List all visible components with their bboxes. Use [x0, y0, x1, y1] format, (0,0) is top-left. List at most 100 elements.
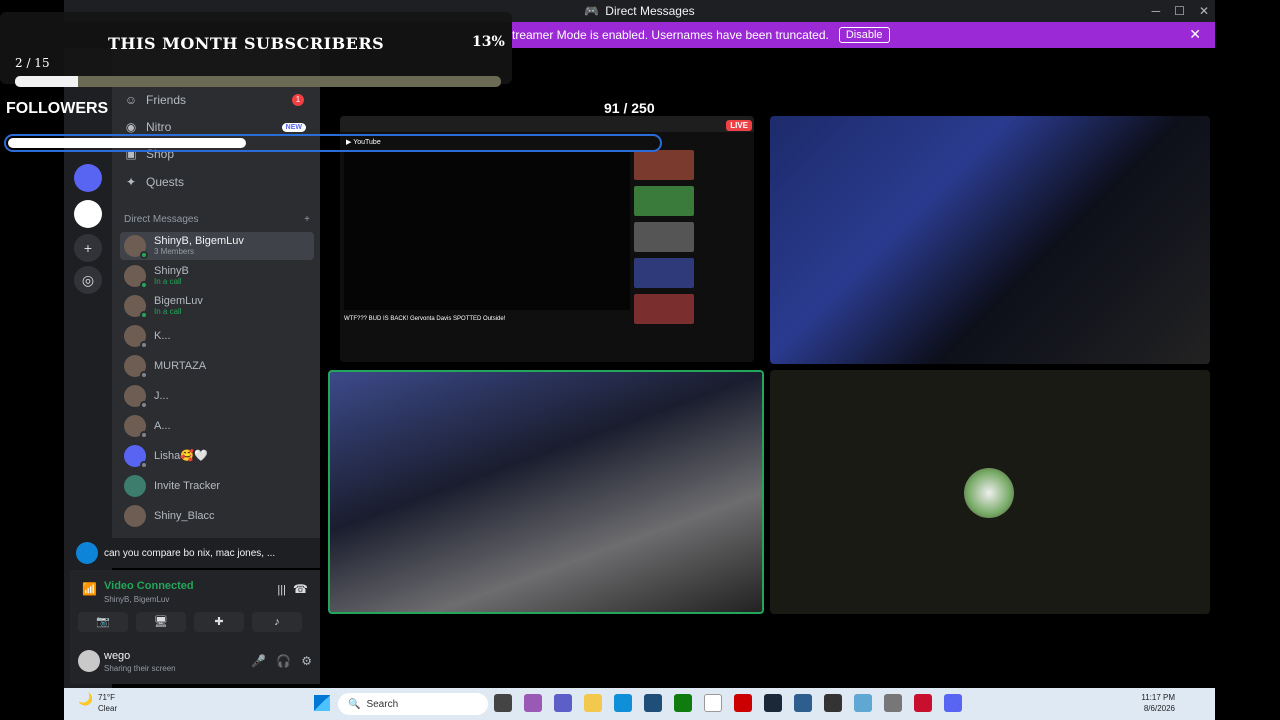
- recommendations: [634, 150, 750, 360]
- explore-icon[interactable]: ◎: [74, 266, 102, 294]
- avatar: [124, 505, 146, 527]
- window-title: 🎮 Direct Messages: [584, 4, 695, 18]
- teams-icon[interactable]: [554, 694, 572, 712]
- subscribers-percent: 13%: [472, 34, 505, 50]
- avatar: [124, 385, 148, 409]
- close-window-button[interactable]: ✕: [1199, 4, 1209, 18]
- server-icon[interactable]: [74, 164, 102, 192]
- screen-share-button[interactable]: 🖥: [136, 612, 186, 632]
- live-badge: LIVE: [726, 120, 752, 131]
- followers-title: FOLLOWERS: [6, 100, 109, 117]
- subscribers-count: 2 / 15: [15, 56, 50, 70]
- mcafee-icon[interactable]: [914, 694, 932, 712]
- disconnect-icon[interactable]: ☎: [293, 582, 308, 596]
- notepad-icon[interactable]: [704, 694, 722, 712]
- quests-icon: ✦: [125, 175, 137, 189]
- gear-icon[interactable]: ⚙: [301, 654, 312, 668]
- avatar[interactable]: [78, 650, 100, 672]
- username: wego: [104, 650, 131, 662]
- maximize-button[interactable]: ☐: [1174, 4, 1185, 18]
- screen-share-tile[interactable]: LIVE ▶ YouTube WTF??? BUD IS BACK! Gervo…: [340, 116, 754, 362]
- create-dm-button[interactable]: +: [304, 214, 310, 225]
- avatar: [124, 355, 148, 379]
- system-clock[interactable]: 11:17 PM 8/6/2026: [1141, 692, 1175, 714]
- subscribers-title: THIS MONTH SUBSCRIBERS: [108, 34, 385, 53]
- notification-toast[interactable]: can you compare bo nix, mac jones, ...: [70, 538, 320, 568]
- headphones-icon[interactable]: 🎧: [276, 654, 291, 668]
- friends-icon: ☺: [124, 93, 138, 107]
- start-button[interactable]: [314, 695, 330, 711]
- add-server-icon[interactable]: +: [74, 234, 102, 262]
- app-icon[interactable]: [794, 694, 812, 712]
- camera-button[interactable]: 📷: [78, 612, 128, 632]
- disable-streamer-mode-button[interactable]: Disable: [838, 27, 890, 43]
- dm-item[interactable]: BigemLuv In a call: [120, 292, 314, 320]
- user-panel: wego Sharing their screen 🎤 🎧 ⚙: [70, 640, 320, 684]
- close-banner-icon[interactable]: ✕: [1189, 26, 1201, 43]
- voice-status[interactable]: Video Connected: [104, 580, 194, 592]
- friends-badge: 1: [292, 94, 304, 106]
- windows-taskbar: 🌙 71°F Clear 🔍 Search 11:17 PM 8/6/2026: [64, 688, 1215, 720]
- voice-panel: 📶 Video Connected ShinyB, BigemLuv ||| ☎…: [70, 570, 320, 640]
- avatar: [124, 295, 148, 319]
- activities-button[interactable]: ✚: [194, 612, 244, 632]
- weather-widget[interactable]: 🌙 71°F Clear: [78, 692, 117, 714]
- dm-item[interactable]: ShinyB In a call: [120, 262, 314, 290]
- copilot-icon[interactable]: [524, 694, 542, 712]
- soundboard-button[interactable]: ♪: [252, 612, 302, 632]
- dm-item[interactable]: K...: [120, 322, 314, 350]
- dm-item[interactable]: MURTAZA: [120, 352, 314, 380]
- followers-progress: [4, 134, 662, 152]
- moon-icon: 🌙: [78, 692, 93, 706]
- video-player: [344, 150, 630, 310]
- taskview-icon[interactable]: [494, 694, 512, 712]
- avatar: [124, 415, 148, 439]
- app-icon[interactable]: [824, 694, 842, 712]
- dm-item[interactable]: A...: [120, 412, 314, 440]
- noise-suppression-icon[interactable]: |||: [277, 584, 286, 596]
- obs-icon[interactable]: [734, 694, 752, 712]
- steam-icon[interactable]: [764, 694, 782, 712]
- file-explorer-icon[interactable]: [584, 694, 602, 712]
- video-tile[interactable]: [770, 116, 1210, 364]
- followers-count: 91 / 250: [604, 100, 655, 116]
- nav-friends[interactable]: ☺ Friends 1: [124, 88, 310, 112]
- video-tile[interactable]: [770, 370, 1210, 614]
- video-tile[interactable]: [328, 370, 764, 614]
- dm-sidebar: ☺ Friends 1 ◉ Nitro NEW ▣ Shop ✦ Quests …: [112, 48, 320, 538]
- store-icon[interactable]: [644, 694, 662, 712]
- taskbar-search[interactable]: 🔍 Search: [338, 693, 488, 715]
- dm-item[interactable]: Shiny_Blacc: [120, 502, 314, 530]
- browser-toolbar: [340, 116, 754, 132]
- nav-quests[interactable]: ✦ Quests: [124, 170, 310, 194]
- dm-item[interactable]: ShinyB, BigemLuv 3 Members: [120, 232, 314, 260]
- subscribers-progress: [15, 76, 501, 87]
- user-status: Sharing their screen: [104, 664, 176, 673]
- server-icon[interactable]: [74, 200, 102, 228]
- discord-icon: 🎮: [584, 4, 600, 18]
- nitro-icon: ◉: [125, 120, 137, 134]
- settings-icon[interactable]: [884, 694, 902, 712]
- notification-avatar: [76, 542, 98, 564]
- discord-taskbar-icon[interactable]: [944, 694, 962, 712]
- voice-channel: ShinyB, BigemLuv: [104, 595, 170, 604]
- avatar: [124, 445, 148, 469]
- dm-header: Direct Messages +: [124, 214, 310, 225]
- dm-item[interactable]: Lisha🥰🤍: [120, 442, 314, 470]
- signal-icon: 📶: [82, 582, 97, 596]
- avatar: [964, 468, 1014, 518]
- minimize-button[interactable]: ─: [1152, 4, 1161, 18]
- avatar: [124, 325, 148, 349]
- streamer-mode-banner: treamer Mode is enabled. Usernames have …: [512, 22, 1215, 48]
- nitro-badge: NEW: [281, 122, 306, 132]
- subscribers-overlay: THIS MONTH SUBSCRIBERS 13% 2 / 15: [0, 12, 512, 87]
- video-title: WTF??? BUD IS BACK! Gervonta Davis SPOTT…: [344, 316, 506, 322]
- edge-icon[interactable]: [614, 694, 632, 712]
- window-controls: ─ ☐ ✕: [1152, 0, 1209, 22]
- user-controls: 🎤 🎧 ⚙: [251, 654, 312, 668]
- dm-item[interactable]: Invite Tracker: [120, 472, 314, 500]
- xbox-icon[interactable]: [674, 694, 692, 712]
- app-icon[interactable]: [854, 694, 872, 712]
- mic-icon[interactable]: 🎤: [251, 654, 266, 668]
- dm-item[interactable]: J...: [120, 382, 314, 410]
